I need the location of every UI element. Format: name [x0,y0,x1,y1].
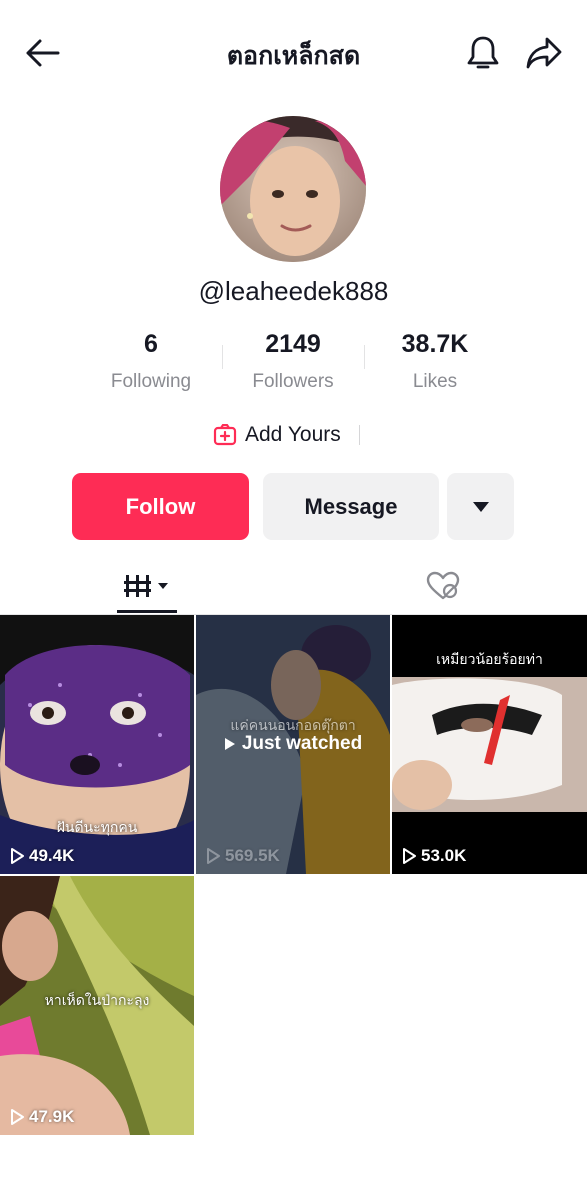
bell-icon [467,36,499,69]
video-thumbnail[interactable]: เหมียวน้อยร้อยท่า 53.0K [392,615,587,874]
notification-bell-button[interactable] [462,33,504,73]
play-filled-icon [224,738,235,750]
following-label: Following [110,371,192,392]
add-yours-label: Add Yours [245,423,341,446]
share-arrow-icon [526,37,562,69]
followers-count: 2149 [265,330,321,358]
tab-videos[interactable] [110,560,185,612]
play-icon [207,848,220,864]
share-button[interactable] [522,33,566,73]
add-yours-icon [213,424,237,446]
page-title: ตอกเหล็กสด [226,41,361,70]
followers-stat[interactable]: 2149 Followers [218,330,368,393]
view-count: 47.9K [10,1107,74,1127]
video-thumbnail[interactable]: แค่คนนอนกอดตุ๊กตา Just watched 569.5K [196,615,390,874]
profile-tabs [0,560,587,615]
hidden-liked-icon [426,571,459,600]
just-watched-badge: Just watched [196,733,390,755]
avatar-photo [220,116,366,262]
more-options-button[interactable] [447,473,514,540]
divider [358,425,360,445]
view-count: 569.5K [206,846,280,866]
followers-label: Followers [252,371,334,392]
message-button[interactable]: Message [263,473,439,540]
following-count: 6 [144,330,158,358]
view-count: 49.4K [10,846,74,866]
avatar[interactable] [220,116,366,262]
tab-liked[interactable] [405,560,480,612]
play-icon [403,848,416,864]
video-caption: หาเห็ดในป่ากะลุง [44,993,150,1009]
view-count-value: 47.9K [29,1107,75,1126]
add-yours-link[interactable]: Add Yours [213,420,360,450]
video-caption: เหมียวน้อยร้อยท่า [436,652,543,668]
view-count: 53.0K [402,846,466,866]
following-stat[interactable]: 6 Following [76,330,226,393]
view-count-value: 569.5K [225,846,280,865]
play-icon [11,848,24,864]
follow-button[interactable]: Follow [72,473,249,540]
video-thumbnail[interactable]: ฝันดีนะทุกคน 49.4K [0,615,194,874]
top-bar: ตอกเหล็กสด [0,0,587,106]
caret-down-icon [472,501,489,512]
username: @leaheedek888 [198,276,389,306]
grid-videos-icon [123,575,168,597]
view-count-value: 53.0K [421,846,467,865]
back-button[interactable] [20,33,64,73]
play-icon [11,1109,24,1125]
arrow-left-icon [26,39,60,67]
active-tab-indicator [117,610,177,613]
just-watched-label: Just watched [241,733,363,754]
likes-stat[interactable]: 38.7K Likes [360,330,510,393]
video-thumbnail[interactable]: หาเห็ดในป่ากะลุง 47.9K [0,876,194,1135]
likes-label: Likes [412,371,458,392]
likes-count: 38.7K [401,330,469,358]
view-count-value: 49.4K [29,846,75,865]
video-caption: ฝันดีนะทุกคน [56,820,138,836]
